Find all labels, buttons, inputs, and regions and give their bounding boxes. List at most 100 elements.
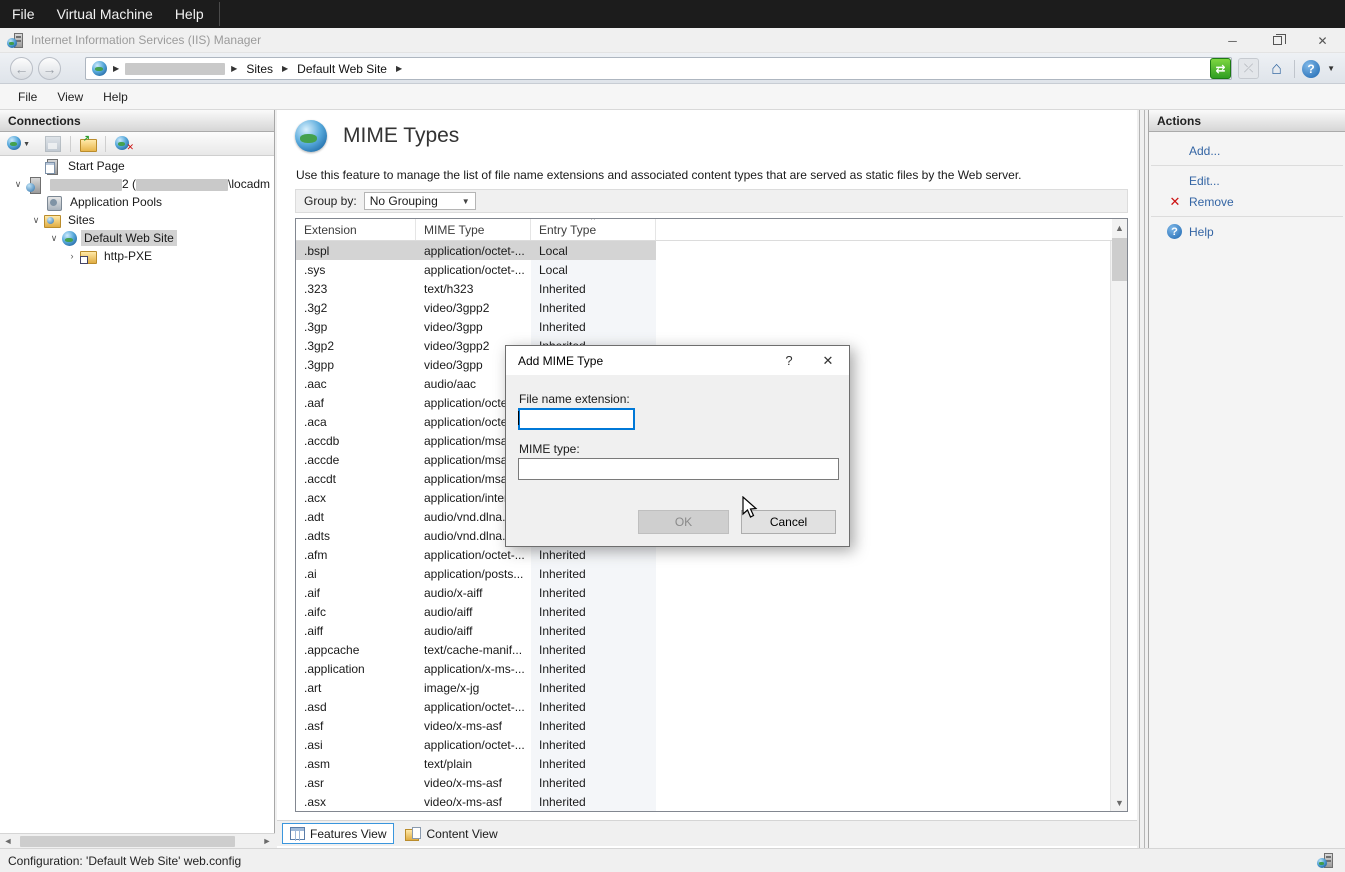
vm-menu-help[interactable]: Help [175, 6, 204, 22]
expander-collapse-icon[interactable]: ∨ [46, 233, 62, 244]
iis-app-icon [7, 33, 23, 48]
table-row[interactable]: .3gpvideo/3gppInherited [296, 317, 1112, 336]
table-row[interactable]: .applicationapplication/x-ms-...Inherite… [296, 659, 1112, 678]
tree-item-default-web-site[interactable]: ∨Default Web Site [0, 229, 274, 247]
pane-splitter[interactable] [1139, 110, 1140, 848]
help-dropdown-icon[interactable]: ▼ [1327, 64, 1335, 73]
mime-type-input[interactable] [518, 458, 839, 480]
tree-item-label: Sites [65, 212, 98, 228]
cell-extension: .adts [296, 529, 416, 543]
scroll-right-icon[interactable]: ► [259, 834, 275, 848]
tree-item-start-page[interactable]: Start Page [0, 157, 274, 175]
close-button[interactable]: ✕ [1300, 28, 1345, 53]
cell-mime-type: video/3gpp [416, 320, 531, 334]
tree-item-http-pxe[interactable]: ›http-PXE [0, 247, 274, 265]
menu-help[interactable]: Help [103, 90, 128, 104]
table-row[interactable]: .asdapplication/octet-...Inherited [296, 697, 1112, 716]
connections-hscrollbar[interactable]: ◄ ► [0, 833, 275, 848]
cell-extension: .afm [296, 548, 416, 562]
ok-button: OK [638, 510, 729, 534]
table-row[interactable]: .aifcaudio/aiffInherited [296, 602, 1112, 621]
table-row[interactable]: .3g2video/3gpp2Inherited [296, 298, 1112, 317]
table-row[interactable]: .323text/h323Inherited [296, 279, 1112, 298]
tab-content-view[interactable]: Content View [398, 823, 504, 844]
up-level-icon[interactable] [79, 135, 97, 152]
remove-x-icon: ✕ [1167, 194, 1183, 210]
forward-button[interactable]: → [38, 57, 61, 80]
cell-mime-type: text/h323 [416, 282, 531, 296]
action-edit[interactable]: Edit... [1149, 170, 1345, 191]
home-icon[interactable]: ⌂ [1266, 58, 1287, 79]
group-by-dropdown[interactable]: No Grouping ▼ [364, 192, 476, 210]
status-text: Configuration: 'Default Web Site' web.co… [8, 854, 241, 868]
table-row[interactable]: .bsplapplication/octet-...Local [296, 241, 1112, 260]
create-connection-icon[interactable]: ▼ [6, 135, 24, 152]
table-row[interactable]: .asrvideo/x-ms-asfInherited [296, 773, 1112, 792]
table-row[interactable]: .asiapplication/octet-...Inherited [296, 735, 1112, 754]
action-remove[interactable]: ✕Remove [1149, 191, 1345, 212]
table-row[interactable]: .aifaudio/x-aiffInherited [296, 583, 1112, 602]
features-view-icon [290, 827, 305, 840]
help-icon[interactable]: ? [1302, 60, 1320, 78]
file-name-extension-label: File name extension: [519, 392, 630, 406]
table-row[interactable]: .afmapplication/octet-...Inherited [296, 545, 1112, 564]
action-help[interactable]: ?Help [1149, 221, 1345, 242]
window-title-bar: Internet Information Services (IIS) Mana… [0, 28, 1345, 53]
table-row[interactable]: .artimage/x-jgInherited [296, 678, 1112, 697]
dialog-close-button[interactable]: ✕ [807, 346, 849, 375]
back-button[interactable]: ← [10, 57, 33, 80]
dialog-help-button[interactable]: ? [771, 353, 807, 368]
column-header-extension[interactable]: Extension [296, 219, 416, 240]
dialog-title: Add MIME Type [518, 354, 603, 368]
minimize-button[interactable]: ─ [1210, 28, 1255, 53]
vm-menu-virtual-machine[interactable]: Virtual Machine [57, 6, 153, 22]
cell-entry-type: Inherited [531, 567, 656, 581]
vm-menu-file[interactable]: File [12, 6, 35, 22]
tab-features-view[interactable]: Features View [282, 823, 394, 844]
group-by-bar: Group by: No Grouping ▼ [295, 189, 1128, 213]
cell-mime-type: image/x-jg [416, 681, 531, 695]
breadcrumb-item-default-web-site[interactable]: Default Web Site [294, 60, 390, 78]
vm-menu-separator [219, 2, 220, 26]
tree-item-sites[interactable]: ∨ Sites [0, 211, 274, 229]
file-name-extension-input[interactable] [518, 408, 635, 430]
table-row[interactable]: .asfvideo/x-ms-asfInherited [296, 716, 1112, 735]
expander-collapse-icon[interactable]: ∨ [10, 179, 26, 190]
delete-connection-icon[interactable]: ✕ [114, 135, 132, 152]
expander-collapse-icon[interactable]: ∨ [28, 215, 44, 226]
tree-item-server[interactable]: ∨2 (\locadm [0, 175, 274, 193]
scrollbar-thumb[interactable] [20, 836, 235, 847]
restore-button[interactable] [1255, 28, 1300, 53]
cell-mime-type: video/x-ms-asf [416, 776, 531, 790]
table-row[interactable]: .appcachetext/cache-manif...Inherited [296, 640, 1112, 659]
column-header-entry-type[interactable]: ⌃Entry Type [531, 219, 656, 240]
cell-extension: .aaf [296, 396, 416, 410]
scrollbar-thumb[interactable] [1112, 238, 1127, 281]
cell-entry-type: Inherited [531, 757, 656, 771]
expander-expand-icon[interactable]: › [64, 251, 80, 261]
scroll-left-icon[interactable]: ◄ [0, 834, 16, 848]
group-by-value: No Grouping [370, 194, 438, 208]
menu-file[interactable]: File [18, 90, 37, 104]
tree-item-application-pools[interactable]: Application Pools [0, 193, 274, 211]
breadcrumb[interactable]: ▶ ▶ Sites ▶ Default Web Site ▶ [85, 57, 1232, 80]
table-row[interactable]: .sysapplication/octet-...Local [296, 260, 1112, 279]
menu-view[interactable]: View [57, 90, 83, 104]
column-header-mime-type[interactable]: MIME Type [416, 219, 531, 240]
list-vscrollbar[interactable]: ▲ ▼ [1110, 219, 1127, 811]
breadcrumb-chevron-icon: ▶ [231, 64, 237, 73]
table-row[interactable]: .aiffaudio/aiffInherited [296, 621, 1112, 640]
save-connections-icon [44, 135, 62, 152]
scroll-down-icon[interactable]: ▼ [1111, 794, 1128, 811]
table-row[interactable]: .asxvideo/x-ms-asfInherited [296, 792, 1112, 811]
table-row[interactable]: .aiapplication/posts...Inherited [296, 564, 1112, 583]
action-add[interactable]: Add... [1149, 140, 1345, 161]
scroll-up-icon[interactable]: ▲ [1111, 219, 1128, 236]
breadcrumb-item-sites[interactable]: Sites [243, 60, 276, 78]
cell-extension: .accde [296, 453, 416, 467]
help-icon: ? [1167, 224, 1183, 239]
actions-divider [1151, 165, 1343, 166]
cell-mime-type: text/cache-manif... [416, 643, 531, 657]
restart-icon[interactable]: ⇄ [1210, 58, 1231, 79]
table-row[interactable]: .asmtext/plainInherited [296, 754, 1112, 773]
